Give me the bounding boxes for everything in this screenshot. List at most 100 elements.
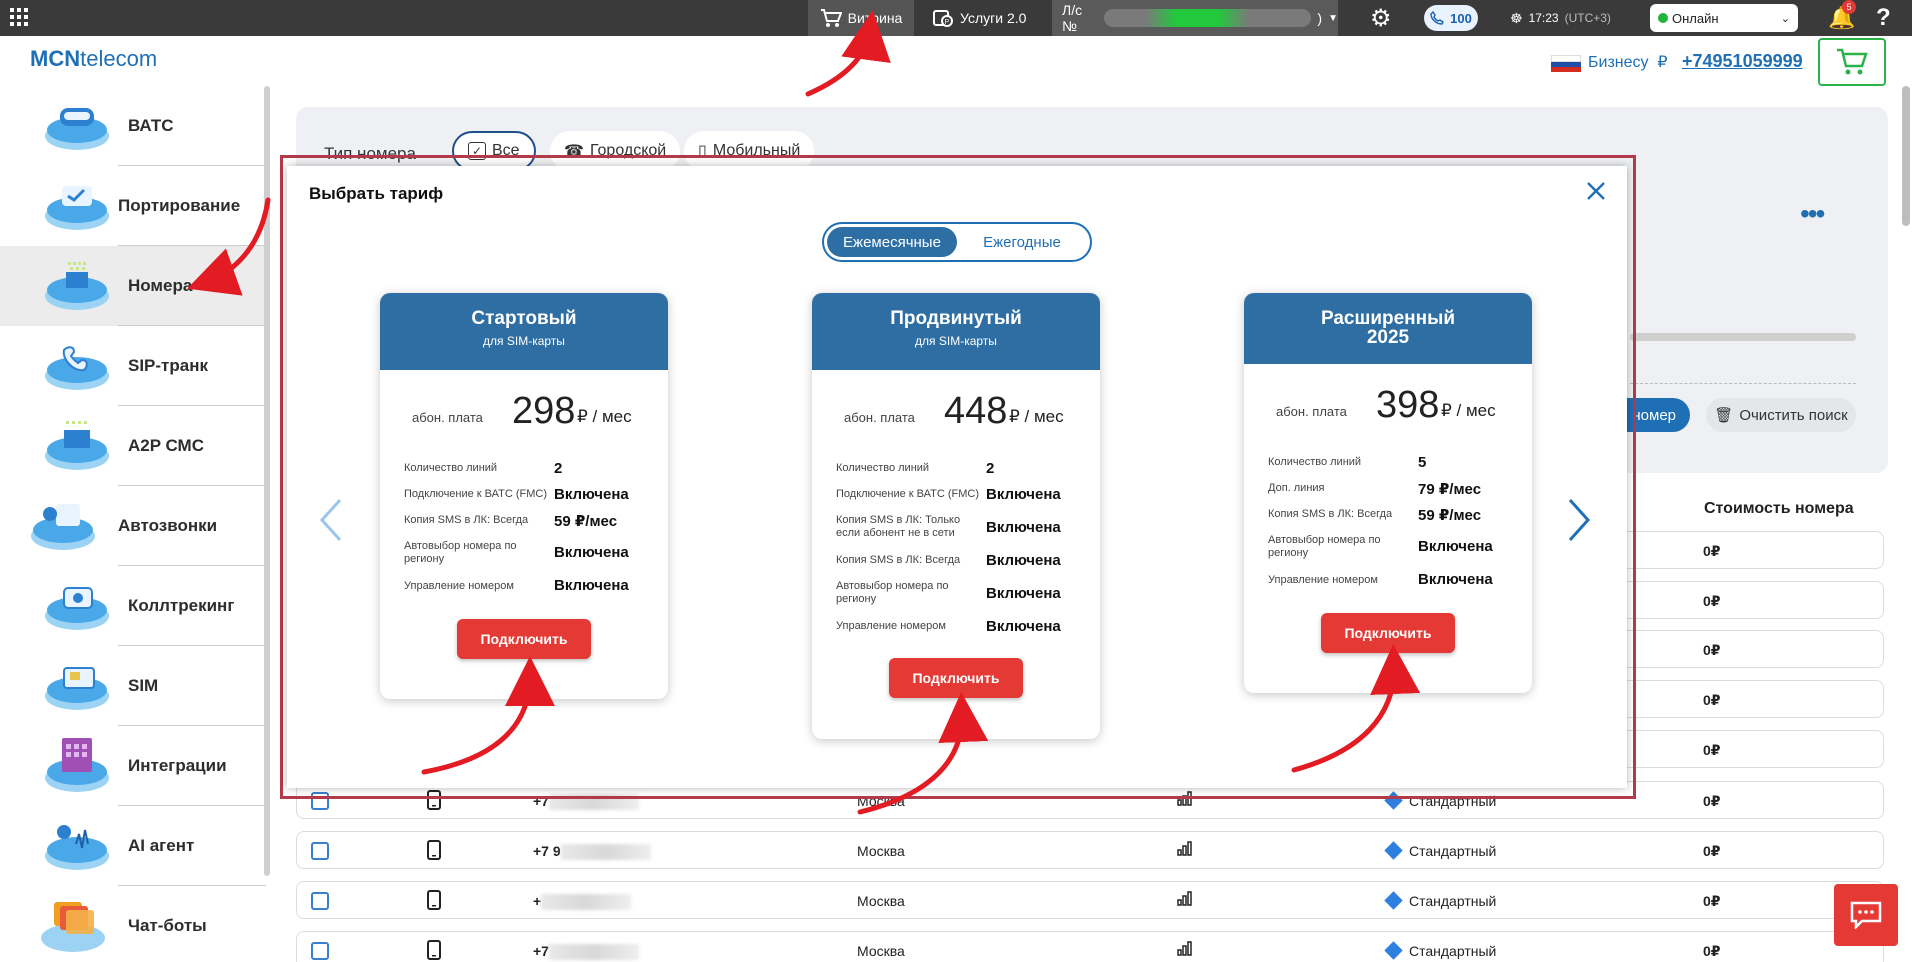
card-title: Продвинутый [890, 308, 1022, 329]
feature-name: Копия SMS в ЛК: Всегда [404, 514, 529, 526]
toggle-yearly[interactable]: Ежегодные [957, 227, 1087, 257]
help-icon[interactable]: ? [1876, 0, 1891, 36]
toggle-monthly[interactable]: Ежемесячные [827, 227, 957, 257]
price-cell: 0₽ [1703, 893, 1721, 909]
row-checkbox[interactable] [311, 892, 329, 910]
calls-count: 100 [1450, 10, 1472, 26]
table-row[interactable]: +7 Москва Стандартный 0₽ [296, 931, 1884, 962]
business-link[interactable]: Бизнесу ₽ [1588, 52, 1668, 72]
sidebar-item-porting[interactable]: Портирование [0, 166, 266, 246]
sidebar-item-sip[interactable]: SIP-транк [0, 326, 266, 406]
sidebar-item-label: AI агент [128, 836, 195, 855]
time-value: 17:23 [1528, 11, 1559, 25]
feature-name: Доп. линия [1268, 482, 1325, 494]
sidebar-item-integrations[interactable]: Интеграции [0, 726, 266, 806]
feature-value: Включена [986, 486, 1061, 503]
sidebar-item-label: SIP-транк [128, 356, 209, 375]
chat-button[interactable] [1834, 884, 1898, 946]
sidebar-item-numbers[interactable]: Номера [0, 246, 266, 326]
table-row[interactable]: + Москва Стандартный 0₽ [296, 881, 1884, 919]
feature-value: 59 ₽/мес [554, 513, 618, 530]
gear-icon[interactable]: ⚙ [1370, 0, 1392, 36]
slider-track[interactable] [1630, 333, 1856, 341]
account-selector[interactable]: Л/с № ) ▼ [1052, 0, 1338, 36]
billing-period-toggle[interactable]: Ежемесячные Ежегодные [822, 222, 1092, 262]
phone-icon [1430, 11, 1445, 25]
mobile-phone-icon [427, 940, 441, 960]
chevron-down-icon: ⌄ [1780, 12, 1790, 25]
sidebar-item-a2p[interactable]: A2P СМС [0, 406, 266, 486]
fee-label: абон. плата [412, 410, 483, 425]
feature-value: Включена [554, 486, 629, 503]
uslugi-button[interactable]: P Услуги 2.0 [932, 0, 1026, 36]
price-cell: 0₽ [1703, 742, 1721, 758]
feature-name: Автовыбор номера по региону [1268, 534, 1381, 559]
feature-value: Включена [554, 577, 629, 594]
signal-icon [1177, 841, 1192, 856]
sidebar-scrollbar[interactable] [264, 86, 270, 876]
close-icon[interactable] [1584, 179, 1608, 203]
apps-grid-icon[interactable] [8, 6, 30, 28]
feature-value: Включена [1418, 571, 1493, 588]
price-cell: 0₽ [1703, 943, 1721, 959]
city-cell: Москва [857, 893, 905, 909]
card-title: Расширенный 2025 [1320, 308, 1456, 348]
feature-name: Количество линий [1268, 456, 1362, 468]
cloud-phone-icon [45, 108, 109, 150]
fee-amount: 298 [512, 390, 576, 432]
connect-button[interactable]: Подключить [889, 658, 1023, 698]
fee-label: абон. плата [844, 410, 915, 425]
uslugi-label: Услуги 2.0 [960, 10, 1027, 26]
status-value: Онлайн [1672, 10, 1719, 26]
clear-search-label: Очистить поиск [1739, 406, 1848, 424]
clear-search-button[interactable]: 🗑 Очистить поиск [1706, 398, 1856, 432]
row-checkbox[interactable] [311, 842, 329, 860]
cart-button[interactable] [1818, 38, 1886, 86]
feature-name: Количество линий [404, 462, 498, 474]
feature-value: Включена [986, 618, 1061, 635]
connect-button[interactable]: Подключить [457, 619, 591, 659]
table-row[interactable]: +7 9 Москва Стандартный 0₽ [296, 831, 1884, 869]
sidebar-item-vats[interactable]: ВАТС [0, 86, 266, 166]
sidebar-item-label: SIM [128, 676, 159, 695]
cloud-autocall-icon [31, 504, 95, 550]
number-cell: +7 9 [533, 843, 651, 861]
timezone-value: (UTC+3) [1564, 11, 1611, 25]
feature-value: Включена [986, 552, 1061, 569]
chat-icon [1850, 901, 1882, 929]
chevron-left-icon[interactable] [316, 496, 344, 544]
card-subtitle: для SIM-карты [915, 334, 997, 348]
sidebar-item-calltracking[interactable]: Коллтрекинг [0, 566, 266, 646]
mobile-phone-icon [427, 890, 441, 910]
fee-unit: ₽ / мес [1441, 401, 1496, 420]
sidebar-item-ai-agent[interactable]: AI агент [0, 806, 266, 886]
account-suffix: ) [1317, 10, 1323, 26]
tariff-card-advanced: Продвинутый для SIM-карты абон. плата 44… [812, 293, 1100, 739]
vitrina-button[interactable]: Витрина [808, 0, 914, 36]
russia-flag-icon [1551, 55, 1581, 72]
logo[interactable]: MCNtelecom [30, 46, 157, 72]
sidebar-item-chatbots[interactable]: Чат-боты [0, 886, 266, 962]
price-cell: 0₽ [1703, 843, 1721, 859]
feature-name: Копия SMS в ЛК: Всегда [1268, 508, 1393, 520]
connect-button[interactable]: Подключить [1321, 613, 1455, 653]
more-menu-icon[interactable]: ••• [1800, 198, 1825, 230]
signal-icon [1177, 941, 1192, 956]
status-select[interactable]: Онлайн ⌄ [1650, 4, 1798, 32]
number-cell: +7 [533, 943, 639, 961]
online-dot-icon [1658, 12, 1668, 23]
sidebar-item-autocalls[interactable]: Автозвонки [0, 486, 266, 566]
feature-value: 59 ₽/мес [1418, 507, 1482, 524]
row-checkbox[interactable] [311, 942, 329, 960]
chevron-right-icon[interactable] [1566, 496, 1594, 544]
feature-value: 2 [986, 460, 995, 477]
number-redacted [560, 844, 651, 861]
calls-counter[interactable]: 100 [1424, 5, 1478, 31]
sidebar-item-label: ВАТС [128, 116, 174, 135]
main-scrollbar[interactable] [1902, 86, 1910, 226]
number-prefix: + [533, 893, 542, 909]
number-prefix: +7 [533, 943, 549, 959]
sidebar-item-label: Коллтрекинг [128, 596, 235, 615]
sidebar-item-sim[interactable]: SIM [0, 646, 266, 726]
phone-link[interactable]: +74951059999 [1682, 51, 1803, 72]
